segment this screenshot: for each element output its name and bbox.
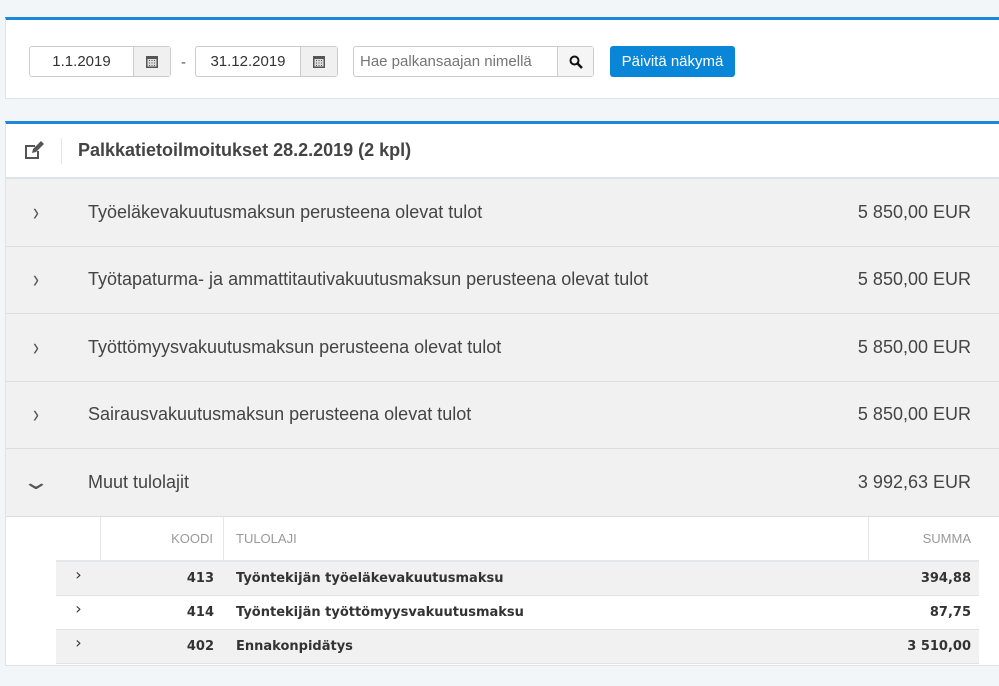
row-type: Työntekijän työttömyysvakuutusmaksu — [236, 604, 524, 620]
row-code: 402 — [186, 638, 214, 654]
date-separator: - — [181, 54, 186, 71]
table-row[interactable]: › 414 Työntekijän työttömyysvakuutusmaks… — [56, 596, 979, 630]
category-row[interactable]: › Työtapaturma- ja ammattitautivakuutusm… — [6, 246, 999, 314]
row-sum: 394,88 — [920, 570, 971, 586]
chevron-right-icon[interactable]: › — [56, 596, 101, 629]
category-amount: 5 850,00 EUR — [857, 404, 971, 425]
column-header-type[interactable]: TULOLAJI — [224, 516, 869, 560]
edit-icon — [24, 140, 44, 159]
chevron-down-icon[interactable]: ⌄ — [0, 469, 84, 495]
payroll-panel: Palkkatietoilmoitukset 28.2.2019 (2 kpl)… — [5, 121, 999, 666]
category-label: Työtapaturma- ja ammattitautivakuutusmak… — [88, 269, 649, 290]
category-label: Työttömyysvakuutusmaksun perusteena olev… — [88, 336, 502, 357]
filter-panel: - Päivitä näkymä — [5, 17, 999, 99]
row-type: Ennakonpidätys — [236, 638, 353, 654]
category-row[interactable]: › Sairausvakuutusmaksun perusteena oleva… — [6, 381, 999, 449]
search-button[interactable] — [557, 47, 593, 76]
chevron-right-icon[interactable]: › — [56, 562, 101, 595]
chevron-right-icon[interactable]: › — [6, 333, 66, 362]
table-header: KOODI TULOLAJI SUMMA — [56, 516, 979, 562]
chevron-right-icon[interactable]: › — [6, 400, 66, 429]
start-date-input[interactable] — [30, 47, 133, 76]
table-row[interactable]: › 413 Työntekijän työeläkevakuutusmaksu … — [56, 561, 979, 596]
category-amount: 5 850,00 EUR — [857, 336, 971, 357]
category-label: Työeläkevakuutusmaksun perusteena olevat… — [88, 201, 483, 222]
row-code: 413 — [186, 570, 214, 586]
end-calendar-button[interactable] — [300, 47, 337, 76]
search-input[interactable] — [354, 47, 557, 76]
row-code: 414 — [186, 604, 214, 620]
chevron-right-icon[interactable]: › — [6, 265, 66, 294]
end-date-field — [195, 46, 338, 77]
row-sum: 3 510,00 — [907, 638, 971, 654]
category-row[interactable]: › Työeläkevakuutusmaksun perusteena olev… — [6, 179, 999, 247]
panel-header: Palkkatietoilmoitukset 28.2.2019 (2 kpl) — [6, 124, 999, 179]
update-view-button[interactable]: Päivitä näkymä — [610, 46, 735, 77]
calendar-icon — [313, 56, 325, 68]
row-sum: 87,75 — [929, 604, 971, 620]
table-row[interactable]: › 402 Ennakonpidätys 3 510,00 — [56, 629, 979, 664]
category-amount: 5 850,00 EUR — [857, 201, 971, 222]
category-label: Muut tulolajit — [88, 471, 190, 492]
search-field — [353, 46, 594, 77]
start-calendar-button[interactable] — [133, 47, 170, 76]
chevron-right-icon[interactable]: › — [56, 630, 101, 663]
income-types-table: KOODI TULOLAJI SUMMA › 413 Työntekijän t… — [56, 516, 979, 664]
end-date-input[interactable] — [196, 47, 300, 76]
category-amount: 5 850,00 EUR — [857, 269, 971, 290]
category-row[interactable]: ⌄ Muut tulolajit 3 992,63 EUR — [6, 449, 999, 517]
panel-title: Palkkatietoilmoitukset 28.2.2019 (2 kpl) — [78, 140, 412, 160]
calendar-icon — [146, 56, 158, 68]
category-amount: 3 992,63 EUR — [857, 471, 971, 492]
column-header-code[interactable]: KOODI — [101, 516, 224, 560]
column-header-sum[interactable]: SUMMA — [869, 517, 979, 560]
category-label: Sairausvakuutusmaksun perusteena olevat … — [88, 404, 472, 425]
start-date-field — [29, 46, 171, 77]
category-row[interactable]: › Työttömyysvakuutusmaksun perusteena ol… — [6, 314, 999, 382]
chevron-right-icon[interactable]: › — [6, 198, 66, 227]
search-icon — [569, 55, 583, 69]
row-type: Työntekijän työeläkevakuutusmaksu — [236, 570, 504, 586]
